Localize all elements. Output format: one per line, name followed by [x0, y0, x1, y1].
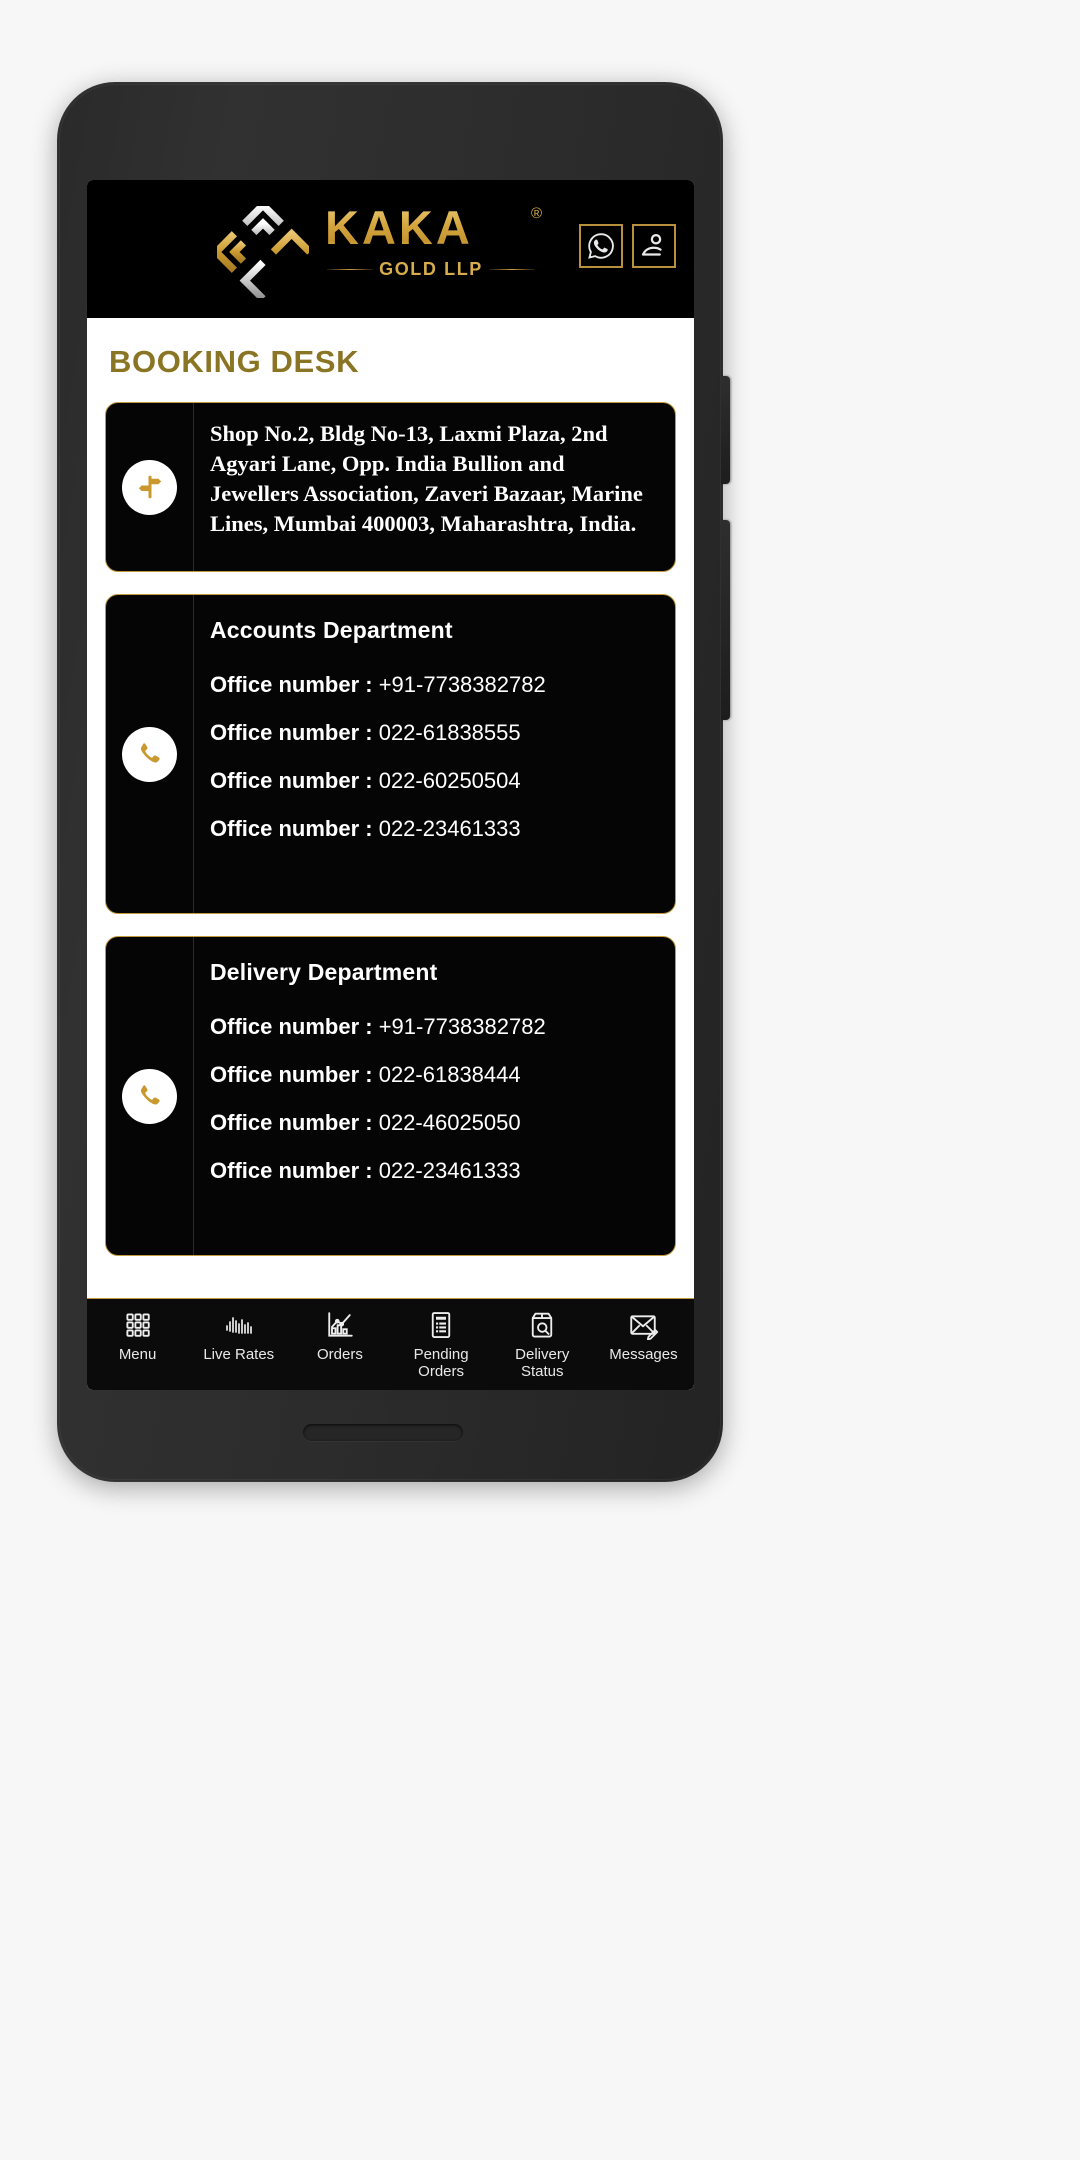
accounts-department-card[interactable]: Accounts Department Office number : +91-… [105, 594, 676, 914]
nav-orders-label: Orders [317, 1346, 363, 1363]
phone-value[interactable]: 022-23461333 [379, 816, 521, 841]
delivery-icon-circle [122, 1068, 177, 1124]
nav-live-rates[interactable]: Live Rates [188, 1308, 289, 1364]
phone-label: Office number : [210, 720, 373, 745]
whatsapp-button[interactable] [579, 224, 623, 268]
address-icon-column [106, 403, 194, 571]
nav-menu-label: Menu [118, 1346, 157, 1363]
registered-trademark-icon: ® [531, 205, 543, 222]
brand-name: KAKA [325, 201, 473, 254]
nav-messages[interactable]: Messages [593, 1308, 694, 1364]
waveform-icon [223, 1308, 255, 1342]
phone-label: Office number : [210, 672, 373, 697]
package-search-icon [527, 1308, 557, 1342]
accounts-phone-row[interactable]: Office number : 022-60250504 [210, 768, 657, 794]
nav-orders[interactable]: Orders [289, 1308, 390, 1364]
phone-label: Office number : [210, 1110, 373, 1135]
nav-menu[interactable]: Menu [87, 1308, 188, 1364]
phone-screen: KAKA ® GOLD LLP BOOKING DESK Shop No.2, … [87, 180, 694, 1390]
phone-value[interactable]: 022-61838555 [379, 720, 521, 745]
brand-tagline: GOLD LLP [379, 259, 483, 279]
phone-label: Office number : [210, 1158, 373, 1183]
address-text: Shop No.2, Bldg No-13, Laxmi Plaza, 2nd … [210, 421, 643, 536]
phone-value[interactable]: +91-7738382782 [379, 672, 546, 697]
accounts-card-body: Accounts Department Office number : +91-… [194, 595, 675, 913]
document-list-icon [426, 1308, 456, 1342]
nav-live-rates-label: Live Rates [203, 1346, 275, 1363]
delivery-department-title: Delivery Department [210, 959, 438, 985]
bottom-navigation-bar: Menu Live Rates Orders Pending Orders De… [87, 1298, 694, 1390]
nav-pending-orders[interactable]: Pending Orders [391, 1308, 492, 1381]
phone-value[interactable]: 022-23461333 [379, 1158, 521, 1183]
phone-call-icon [140, 1085, 160, 1105]
nav-messages-label: Messages [609, 1346, 678, 1363]
envelope-edit-icon [627, 1308, 659, 1342]
brand-tagline-row: GOLD LLP [325, 259, 536, 280]
brand-wordmark: KAKA ® GOLD LLP [325, 201, 542, 280]
phone-call-icon [140, 743, 160, 763]
delivery-department-card[interactable]: Delivery Department Office number : +91-… [105, 936, 676, 1256]
address-icon-circle [122, 459, 177, 515]
accounts-icon-column [106, 595, 194, 913]
app-header: KAKA ® GOLD LLP [87, 180, 694, 318]
directions-signpost-icon [138, 475, 161, 499]
grid-menu-icon [123, 1308, 153, 1342]
header-actions [579, 224, 676, 268]
accounts-phone-row[interactable]: Office number : 022-61838555 [210, 720, 657, 746]
accounts-phone-row[interactable]: Office number : 022-23461333 [210, 816, 657, 842]
accounts-icon-circle [122, 726, 177, 782]
phone-value[interactable]: 022-61838444 [379, 1062, 521, 1087]
tagline-rule-right [488, 268, 536, 271]
phone-label: Office number : [210, 1014, 373, 1039]
tagline-rule-left [327, 268, 374, 271]
bottom-speaker-grille [303, 1424, 463, 1441]
phone-label: Office number : [210, 816, 373, 841]
bar-chart-icon [325, 1308, 355, 1342]
delivery-phone-row[interactable]: Office number : +91-7738382782 [210, 1014, 657, 1040]
accounts-department-title: Accounts Department [210, 617, 453, 643]
phone-value[interactable]: 022-60250504 [379, 768, 521, 793]
profile-button[interactable] [632, 224, 676, 268]
address-card[interactable]: Shop No.2, Bldg No-13, Laxmi Plaza, 2nd … [105, 402, 676, 572]
page-content: BOOKING DESK Shop No.2, Bldg No-13, Laxm… [87, 318, 694, 1390]
nav-delivery-status[interactable]: Delivery Status [492, 1308, 593, 1381]
nav-delivery-status-label: Delivery Status [515, 1346, 570, 1380]
delivery-phone-row[interactable]: Office number : 022-23461333 [210, 1158, 657, 1184]
phone-device-frame: KAKA ® GOLD LLP BOOKING DESK Shop No.2, … [57, 82, 730, 1482]
phone-value[interactable]: +91-7738382782 [379, 1014, 546, 1039]
nav-pending-orders-label: Pending Orders [413, 1346, 469, 1380]
volume-rocker-button[interactable] [721, 520, 730, 720]
delivery-phone-row[interactable]: Office number : 022-46025050 [210, 1110, 657, 1136]
phone-label: Office number : [210, 768, 373, 793]
whatsapp-icon [588, 233, 614, 259]
delivery-card-body: Delivery Department Office number : +91-… [194, 937, 675, 1255]
user-account-icon [641, 233, 662, 256]
address-card-body: Shop No.2, Bldg No-13, Laxmi Plaza, 2nd … [194, 403, 675, 571]
delivery-phone-row[interactable]: Office number : 022-61838444 [210, 1062, 657, 1088]
delivery-icon-column [106, 937, 194, 1255]
phone-value[interactable]: 022-46025050 [379, 1110, 521, 1135]
page-title: BOOKING DESK [109, 344, 360, 379]
kaka-interlocking-diamond-logo-icon [210, 199, 313, 302]
accounts-phone-row[interactable]: Office number : +91-7738382782 [210, 672, 657, 698]
phone-label: Office number : [210, 1062, 373, 1087]
power-button[interactable] [721, 376, 730, 484]
